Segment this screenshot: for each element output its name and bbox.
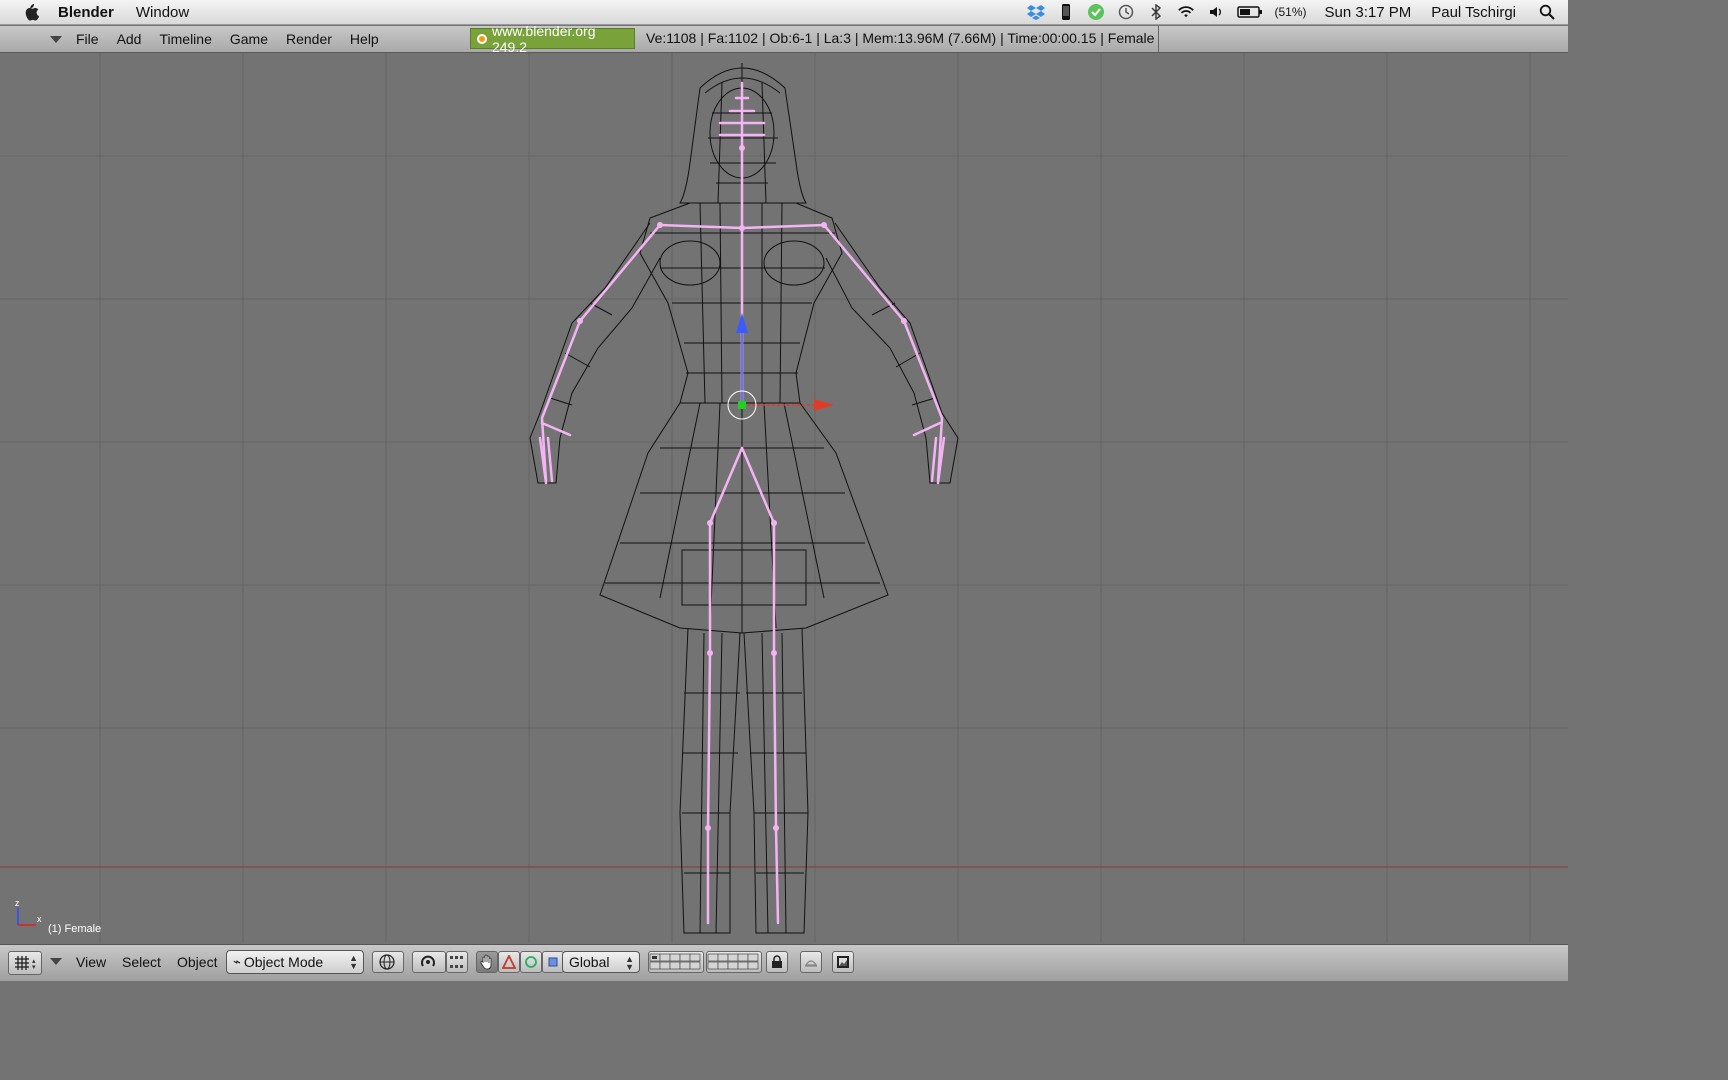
menu-timeline[interactable]: Timeline <box>159 31 211 47</box>
axis-x-label: x <box>37 914 42 924</box>
volume-icon[interactable] <box>1207 4 1225 20</box>
translate-manipulator-button[interactable] <box>498 951 520 973</box>
menu-object[interactable]: Object <box>177 954 217 970</box>
mac-menu-bar: Blender Window (51%) Sun 3:17 PM Paul Ts… <box>0 0 1568 25</box>
layer-buttons-icon <box>707 953 759 970</box>
wifi-icon[interactable] <box>1177 4 1195 20</box>
svg-text:▾: ▾ <box>32 964 36 971</box>
scale-manipulator-button[interactable] <box>542 951 564 973</box>
grid-editor-icon: ▴▾ <box>15 956 36 971</box>
orientation-select[interactable]: Global ▲ ▼ <box>562 951 640 973</box>
3d-viewport[interactable]: z x (1) Female <box>0 53 1568 943</box>
spotlight-search-icon[interactable] <box>1538 4 1556 20</box>
battery-percent: (51%) <box>1274 5 1307 19</box>
checkmark-icon[interactable] <box>1087 4 1105 20</box>
battery-icon[interactable] <box>1236 4 1263 20</box>
time-machine-icon[interactable] <box>1117 4 1135 20</box>
pivot-point-button[interactable] <box>412 951 446 973</box>
layers-row-2[interactable] <box>706 951 762 973</box>
square-icon <box>548 957 558 967</box>
render-view-button[interactable] <box>832 951 854 973</box>
menu-user[interactable]: Paul Tschirgi <box>1431 4 1516 21</box>
menu-help[interactable]: Help <box>350 31 379 47</box>
bluetooth-icon[interactable] <box>1147 4 1165 20</box>
apple-icon[interactable] <box>22 3 40 21</box>
menu-render[interactable]: Render <box>286 31 332 47</box>
app-menu-blender[interactable]: Blender <box>58 4 114 21</box>
render-preview-button[interactable] <box>800 951 822 973</box>
3d-view-header: ▴ ▾ View Select Object ⌁ Object Mode ▲ ▼ G… <box>0 944 1568 981</box>
character-mesh-wireframe[interactable] <box>0 53 1568 943</box>
active-object-label: (1) Female <box>48 923 102 935</box>
header-collapse-icon[interactable] <box>50 958 62 965</box>
teapot-icon <box>804 960 818 967</box>
menu-clock[interactable]: Sun 3:17 PM <box>1325 4 1412 21</box>
lock-layers-button[interactable] <box>766 951 788 973</box>
scene-stats: Ve:1108 | Fa:1102 | Ob:6-1 | La:3 | Mem:… <box>646 30 1155 46</box>
triangle-icon <box>502 955 516 969</box>
blender-url-badge[interactable]: www.blender.org 249.2 <box>470 23 635 55</box>
object-mode-icon: ⌁ <box>233 954 241 969</box>
wireframe-sphere-icon <box>379 954 395 970</box>
axis-z-label: z <box>15 898 20 908</box>
circle-icon <box>525 956 537 968</box>
orientation-select-value: Global <box>569 954 610 970</box>
mode-select[interactable]: ⌁ Object Mode ▲ ▼ <box>226 950 364 974</box>
status-tray: (51%) Sun 3:17 PM Paul Tschirgi <box>1026 0 1557 24</box>
snap-grid-icon <box>450 956 463 968</box>
manipulator-toggle[interactable] <box>476 951 498 973</box>
snap-menu-button[interactable] <box>446 951 468 973</box>
menu-select[interactable]: Select <box>122 954 161 970</box>
menu-view[interactable]: View <box>76 954 106 970</box>
editor-type-button[interactable]: ▴ ▾ <box>8 951 42 975</box>
updown-arrows-icon: ▲ ▼ <box>625 954 634 972</box>
blender-logo-icon <box>477 33 487 44</box>
menu-game[interactable]: Game <box>230 31 268 47</box>
header-divider <box>1158 26 1159 52</box>
mode-select-value: Object Mode <box>243 954 324 970</box>
menu-add[interactable]: Add <box>117 31 142 47</box>
draw-type-button[interactable] <box>372 951 404 973</box>
pivot-icon <box>421 955 435 967</box>
lock-icon <box>772 955 782 968</box>
header-collapse-icon[interactable] <box>50 35 62 43</box>
blender-info-header: File Add Timeline Game Render Help www.b… <box>0 23 1568 55</box>
updown-arrows-icon: ▲ ▼ <box>349 953 358 971</box>
menu-window[interactable]: Window <box>136 4 189 21</box>
url-text: www.blender.org 249.2 <box>491 22 596 55</box>
phone-icon[interactable] <box>1057 4 1075 20</box>
view-axis-icon: z x <box>10 898 46 933</box>
dropbox-icon[interactable] <box>1026 4 1045 20</box>
layer-buttons-icon <box>649 953 701 970</box>
image-icon <box>837 956 849 968</box>
menu-file[interactable]: File <box>76 31 99 47</box>
rotate-manipulator-button[interactable] <box>520 951 542 973</box>
hand-icon <box>480 954 492 970</box>
layers-row-1[interactable] <box>648 951 704 973</box>
